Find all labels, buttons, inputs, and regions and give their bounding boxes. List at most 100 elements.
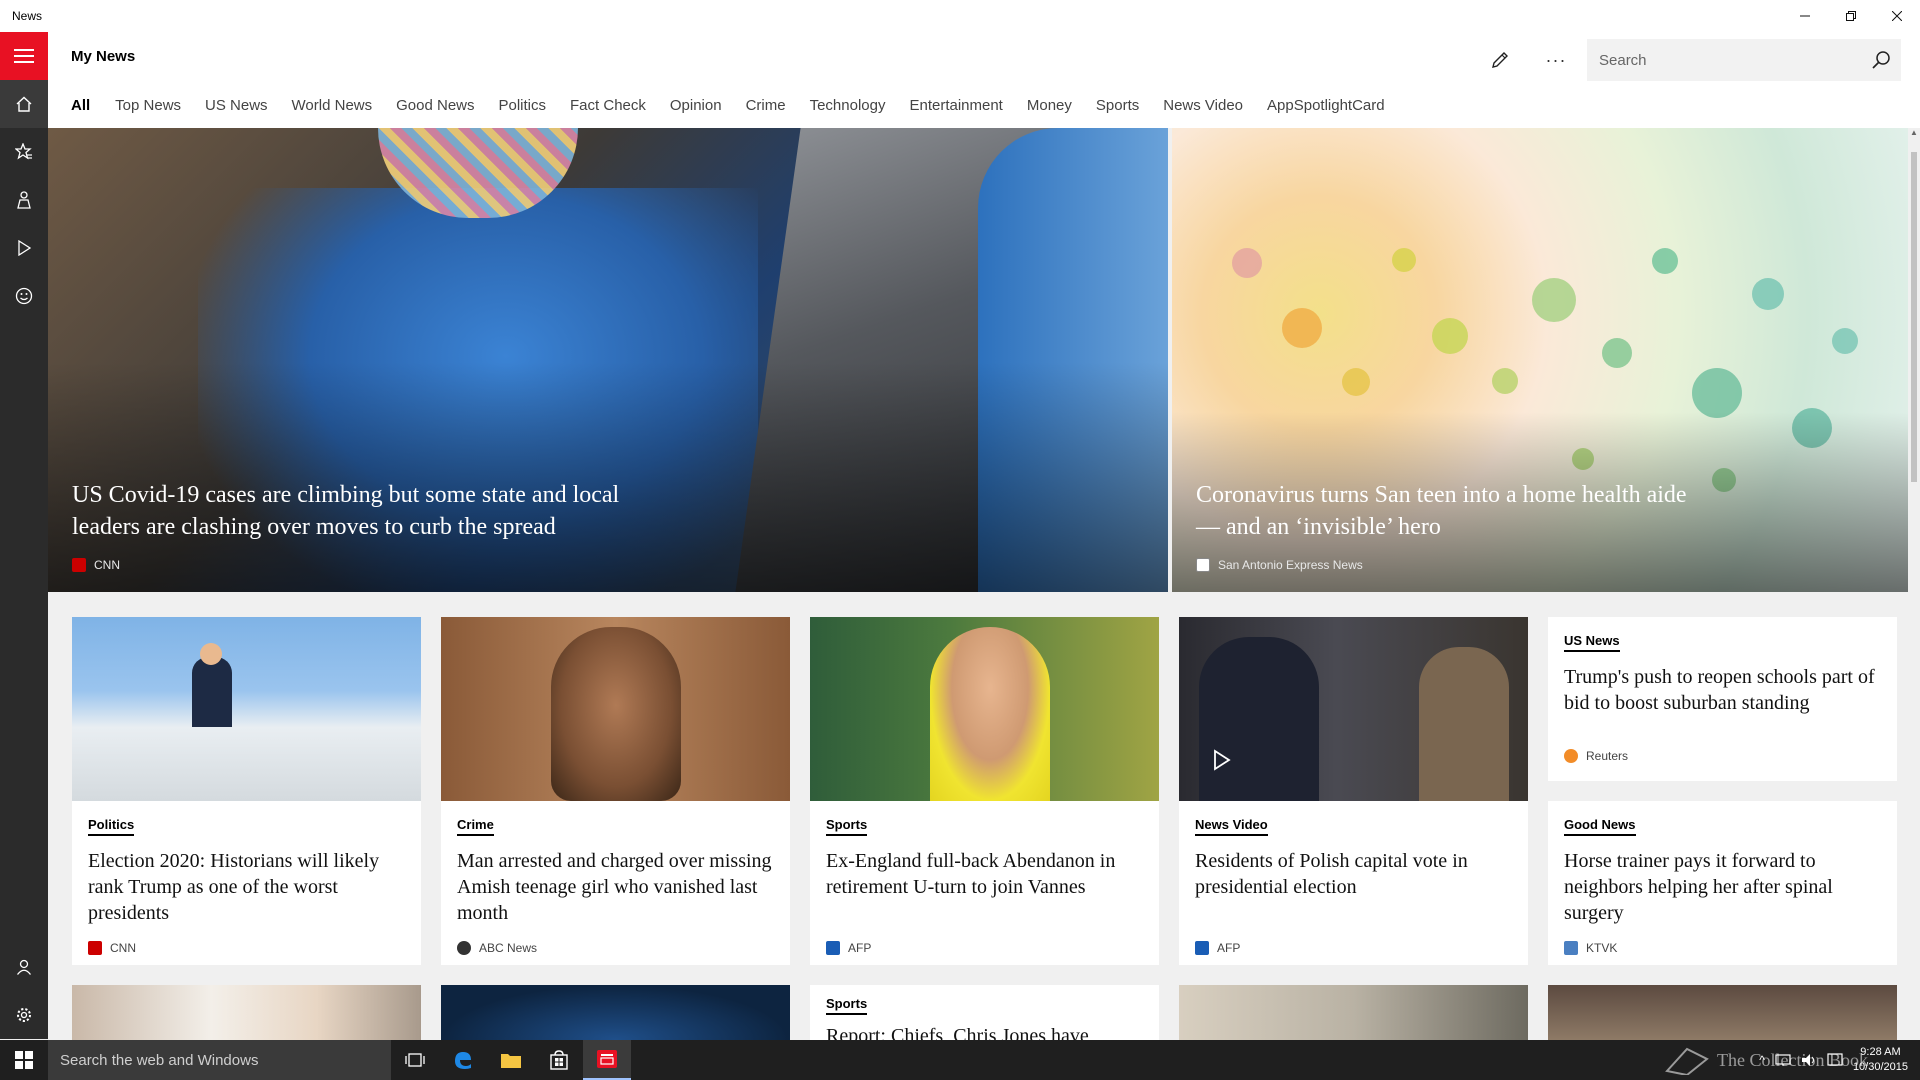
rail-feedback[interactable] <box>0 272 48 320</box>
video-icon <box>18 240 31 256</box>
tab-app-spotlight-card[interactable]: AppSpotlightCard <box>1255 94 1397 118</box>
search-box[interactable] <box>1587 39 1901 81</box>
play-icon <box>1214 749 1231 771</box>
page-title: My News <box>71 48 136 65</box>
hero-story-covid[interactable]: US Covid-19 cases are climbing but some … <box>48 128 1168 592</box>
rail-favorites[interactable] <box>0 128 48 176</box>
story-source: ABC News <box>457 941 537 955</box>
story-card-election[interactable]: Politics Election 2020: Historians will … <box>72 617 421 965</box>
story-card-row2-1[interactable] <box>72 985 421 1040</box>
tab-news-video[interactable]: News Video <box>1151 94 1255 118</box>
story-card-polish-vote[interactable]: News Video Residents of Polish capital v… <box>1179 617 1528 965</box>
taskbar-store[interactable] <box>535 1040 583 1080</box>
story-source: AFP <box>1195 941 1240 955</box>
category-tabs: All Top News US News World News Good New… <box>71 94 1397 118</box>
story-card-amish[interactable]: Crime Man arrested and charged over miss… <box>441 617 790 965</box>
story-card-row2-5[interactable] <box>1548 985 1897 1040</box>
story-card-reopen-schools[interactable]: US News Trump's push to reopen schools p… <box>1548 617 1897 781</box>
story-category[interactable]: Good News <box>1564 817 1636 836</box>
taskbar-search[interactable]: Search the web and Windows <box>48 1040 391 1080</box>
ktvk-logo-icon <box>1564 941 1578 955</box>
story-category[interactable]: Sports <box>826 817 868 836</box>
interests-icon <box>17 191 31 209</box>
story-category[interactable]: Crime <box>457 817 494 836</box>
rail-settings[interactable] <box>0 991 48 1039</box>
windows-logo-icon <box>15 1051 33 1069</box>
story-image <box>72 617 421 801</box>
more-icon: ··· <box>1545 49 1567 70</box>
search-button[interactable] <box>1861 39 1901 81</box>
story-category[interactable]: US News <box>1564 633 1620 652</box>
tab-opinion[interactable]: Opinion <box>658 94 734 118</box>
tab-top-news[interactable]: Top News <box>103 94 193 118</box>
story-title[interactable]: Report: Chiefs, Chris Jones have <box>826 1023 1143 1040</box>
hero-headline[interactable]: Coronavirus turns San teen into a home h… <box>1196 479 1716 543</box>
story-title[interactable]: Man arrested and charged over missing Am… <box>457 848 774 926</box>
story-image <box>72 985 421 1040</box>
vertical-scrollbar[interactable]: ▲ <box>1908 128 1920 1039</box>
edit-button[interactable] <box>1482 42 1518 78</box>
tab-us-news[interactable]: US News <box>193 94 280 118</box>
hamburger-menu-button[interactable] <box>0 32 48 80</box>
minimize-icon <box>1800 15 1810 17</box>
tab-sports[interactable]: Sports <box>1084 94 1151 118</box>
story-card-row2-4[interactable] <box>1179 985 1528 1040</box>
taskbar-edge[interactable] <box>439 1040 487 1080</box>
start-button[interactable] <box>0 1040 48 1080</box>
task-view-button[interactable] <box>391 1040 439 1080</box>
store-icon <box>550 1050 568 1070</box>
story-card-abendanon[interactable]: Sports Ex-England full-back Abendanon in… <box>810 617 1159 965</box>
rail-home[interactable] <box>0 80 48 128</box>
source-name: CNN <box>110 941 136 955</box>
story-title[interactable]: Horse trainer pays it forward to neighbo… <box>1564 848 1881 926</box>
tab-technology[interactable]: Technology <box>798 94 898 118</box>
story-category[interactable]: Politics <box>88 817 135 836</box>
left-rail <box>0 32 48 1039</box>
rail-interests[interactable] <box>0 176 48 224</box>
scrollbar-thumb[interactable] <box>1911 152 1917 482</box>
news-app-icon <box>597 1050 617 1068</box>
favorites-icon <box>15 143 32 160</box>
search-input[interactable] <box>1587 51 1861 69</box>
close-button[interactable] <box>1874 0 1920 32</box>
story-title[interactable]: Trump's push to reopen schools part of b… <box>1564 664 1881 716</box>
more-options-button[interactable]: ··· <box>1538 42 1574 78</box>
tab-all[interactable]: All <box>71 94 103 118</box>
hero-story-teen[interactable]: Coronavirus turns San teen into a home h… <box>1172 128 1908 592</box>
tab-good-news[interactable]: Good News <box>384 94 486 118</box>
rail-video[interactable] <box>0 224 48 272</box>
restore-button[interactable] <box>1828 0 1874 32</box>
close-icon <box>1892 11 1902 21</box>
story-card-row2-2[interactable] <box>441 985 790 1040</box>
minimize-button[interactable] <box>1782 0 1828 32</box>
story-title[interactable]: Election 2020: Historians will likely ra… <box>88 848 405 926</box>
tab-entertainment[interactable]: Entertainment <box>897 94 1014 118</box>
story-image <box>810 617 1159 801</box>
afp-logo-icon <box>1195 941 1209 955</box>
express-news-logo-icon <box>1196 558 1210 572</box>
tab-world-news[interactable]: World News <box>280 94 385 118</box>
story-category[interactable]: News Video <box>1195 817 1268 836</box>
scroll-up-icon[interactable]: ▲ <box>1910 128 1918 137</box>
tab-crime[interactable]: Crime <box>734 94 798 118</box>
story-card-horse-trainer[interactable]: Good News Horse trainer pays it forward … <box>1548 801 1897 965</box>
tab-money[interactable]: Money <box>1015 94 1084 118</box>
rail-account[interactable] <box>0 943 48 991</box>
source-name: CNN <box>94 558 120 572</box>
tab-fact-check[interactable]: Fact Check <box>558 94 658 118</box>
story-title[interactable]: Ex-England full-back Abendanon in retire… <box>826 848 1143 900</box>
home-icon <box>16 96 32 112</box>
play-video-button[interactable] <box>1207 745 1237 775</box>
hero-headline[interactable]: US Covid-19 cases are climbing but some … <box>72 479 632 543</box>
story-card-chiefs[interactable]: Sports Report: Chiefs, Chris Jones have <box>810 985 1159 1040</box>
reuters-logo-icon <box>1564 749 1578 763</box>
taskbar-news[interactable] <box>583 1040 631 1080</box>
afp-logo-icon <box>826 941 840 955</box>
tab-politics[interactable]: Politics <box>487 94 559 118</box>
source-name: ABC News <box>479 941 538 955</box>
story-title[interactable]: Residents of Polish capital vote in pres… <box>1195 848 1512 900</box>
cnn-logo-icon <box>72 558 86 572</box>
story-category[interactable]: Sports <box>826 996 868 1015</box>
taskbar-file-explorer[interactable] <box>487 1040 535 1080</box>
pencil-icon <box>1492 52 1508 68</box>
